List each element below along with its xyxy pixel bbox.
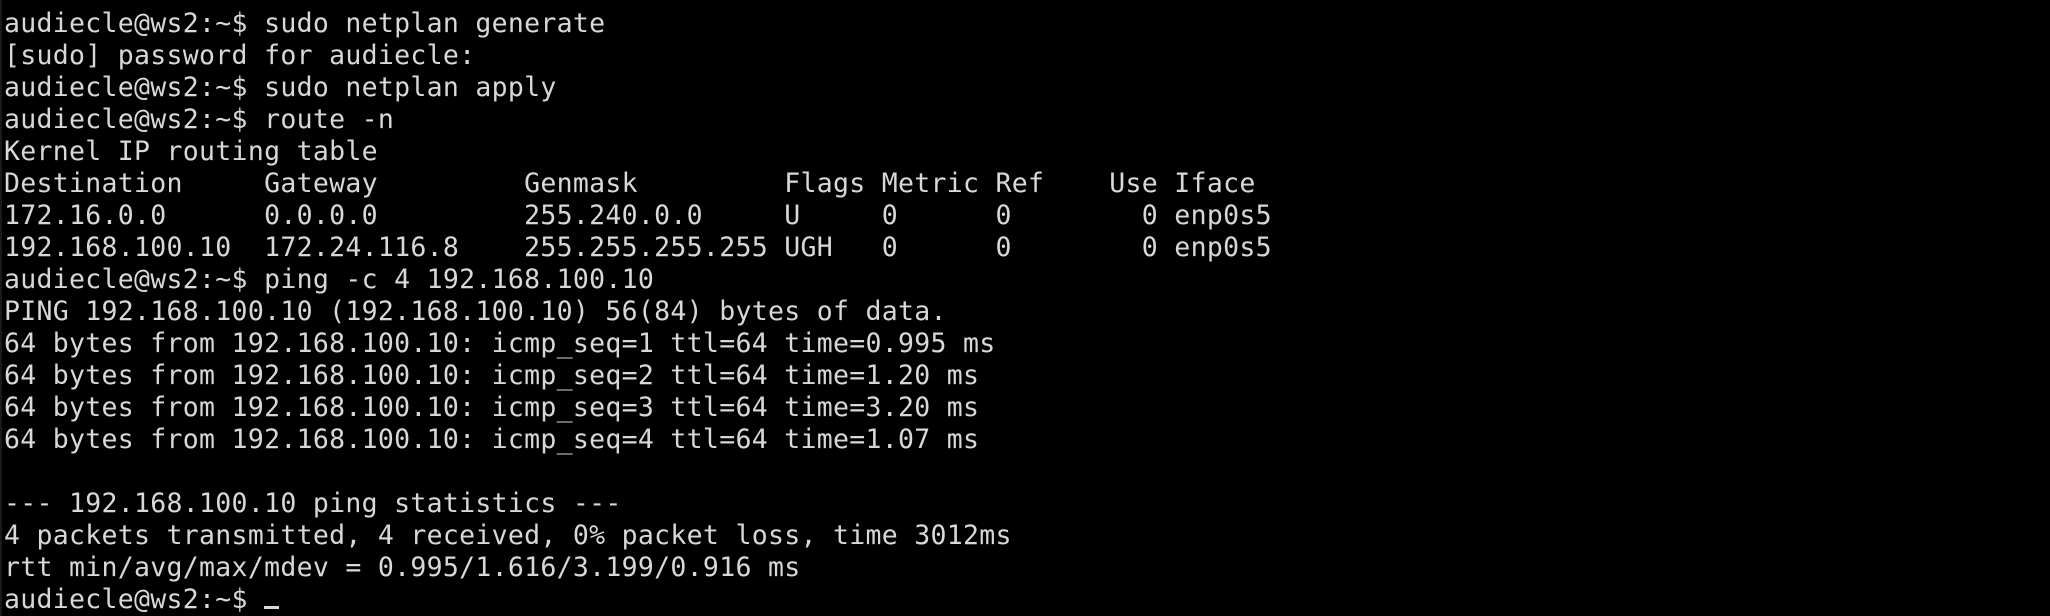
ping-statistics-header: --- 192.168.100.10 ping statistics ---	[4, 488, 622, 519]
text-cursor	[264, 606, 280, 609]
prompt-text: audiecle@ws2:~$	[4, 584, 265, 615]
ping-reply-line: 64 bytes from 192.168.100.10: icmp_seq=4…	[4, 424, 980, 455]
terminal-line: PING 192.168.100.10 (192.168.100.10) 56(…	[4, 296, 947, 327]
ping-statistics-line: rtt min/avg/max/mdev = 0.995/1.616/3.199…	[4, 552, 801, 583]
ping-reply-line: 64 bytes from 192.168.100.10: icmp_seq=3…	[4, 392, 980, 423]
left-border	[0, 0, 2, 616]
current-prompt-line[interactable]: audiecle@ws2:~$	[4, 584, 1272, 616]
routing-table-row: 172.16.0.0 0.0.0.0 255.240.0.0 U 0 0 0 e…	[4, 200, 1272, 231]
terminal-output: audiecle@ws2:~$ sudo netplan generate [s…	[4, 8, 1272, 616]
terminal-line: audiecle@ws2:~$ sudo netplan apply	[4, 72, 557, 103]
terminal-line: audiecle@ws2:~$ sudo netplan generate	[4, 8, 606, 39]
ping-reply-line: 64 bytes from 192.168.100.10: icmp_seq=1…	[4, 328, 996, 359]
routing-table-row: 192.168.100.10 172.24.116.8 255.255.255.…	[4, 232, 1272, 263]
routing-table-header: Destination Gateway Genmask Flags Metric…	[4, 168, 1256, 199]
ping-statistics-line: 4 packets transmitted, 4 received, 0% pa…	[4, 520, 1012, 551]
terminal-window[interactable]: audiecle@ws2:~$ sudo netplan generate [s…	[0, 0, 2050, 616]
terminal-line: Kernel IP routing table	[4, 136, 378, 167]
terminal-line: audiecle@ws2:~$ route -n	[4, 104, 395, 135]
terminal-line: [sudo] password for audiecle:	[4, 40, 476, 71]
ping-reply-line: 64 bytes from 192.168.100.10: icmp_seq=2…	[4, 360, 980, 391]
terminal-line: audiecle@ws2:~$ ping -c 4 192.168.100.10	[4, 264, 655, 295]
